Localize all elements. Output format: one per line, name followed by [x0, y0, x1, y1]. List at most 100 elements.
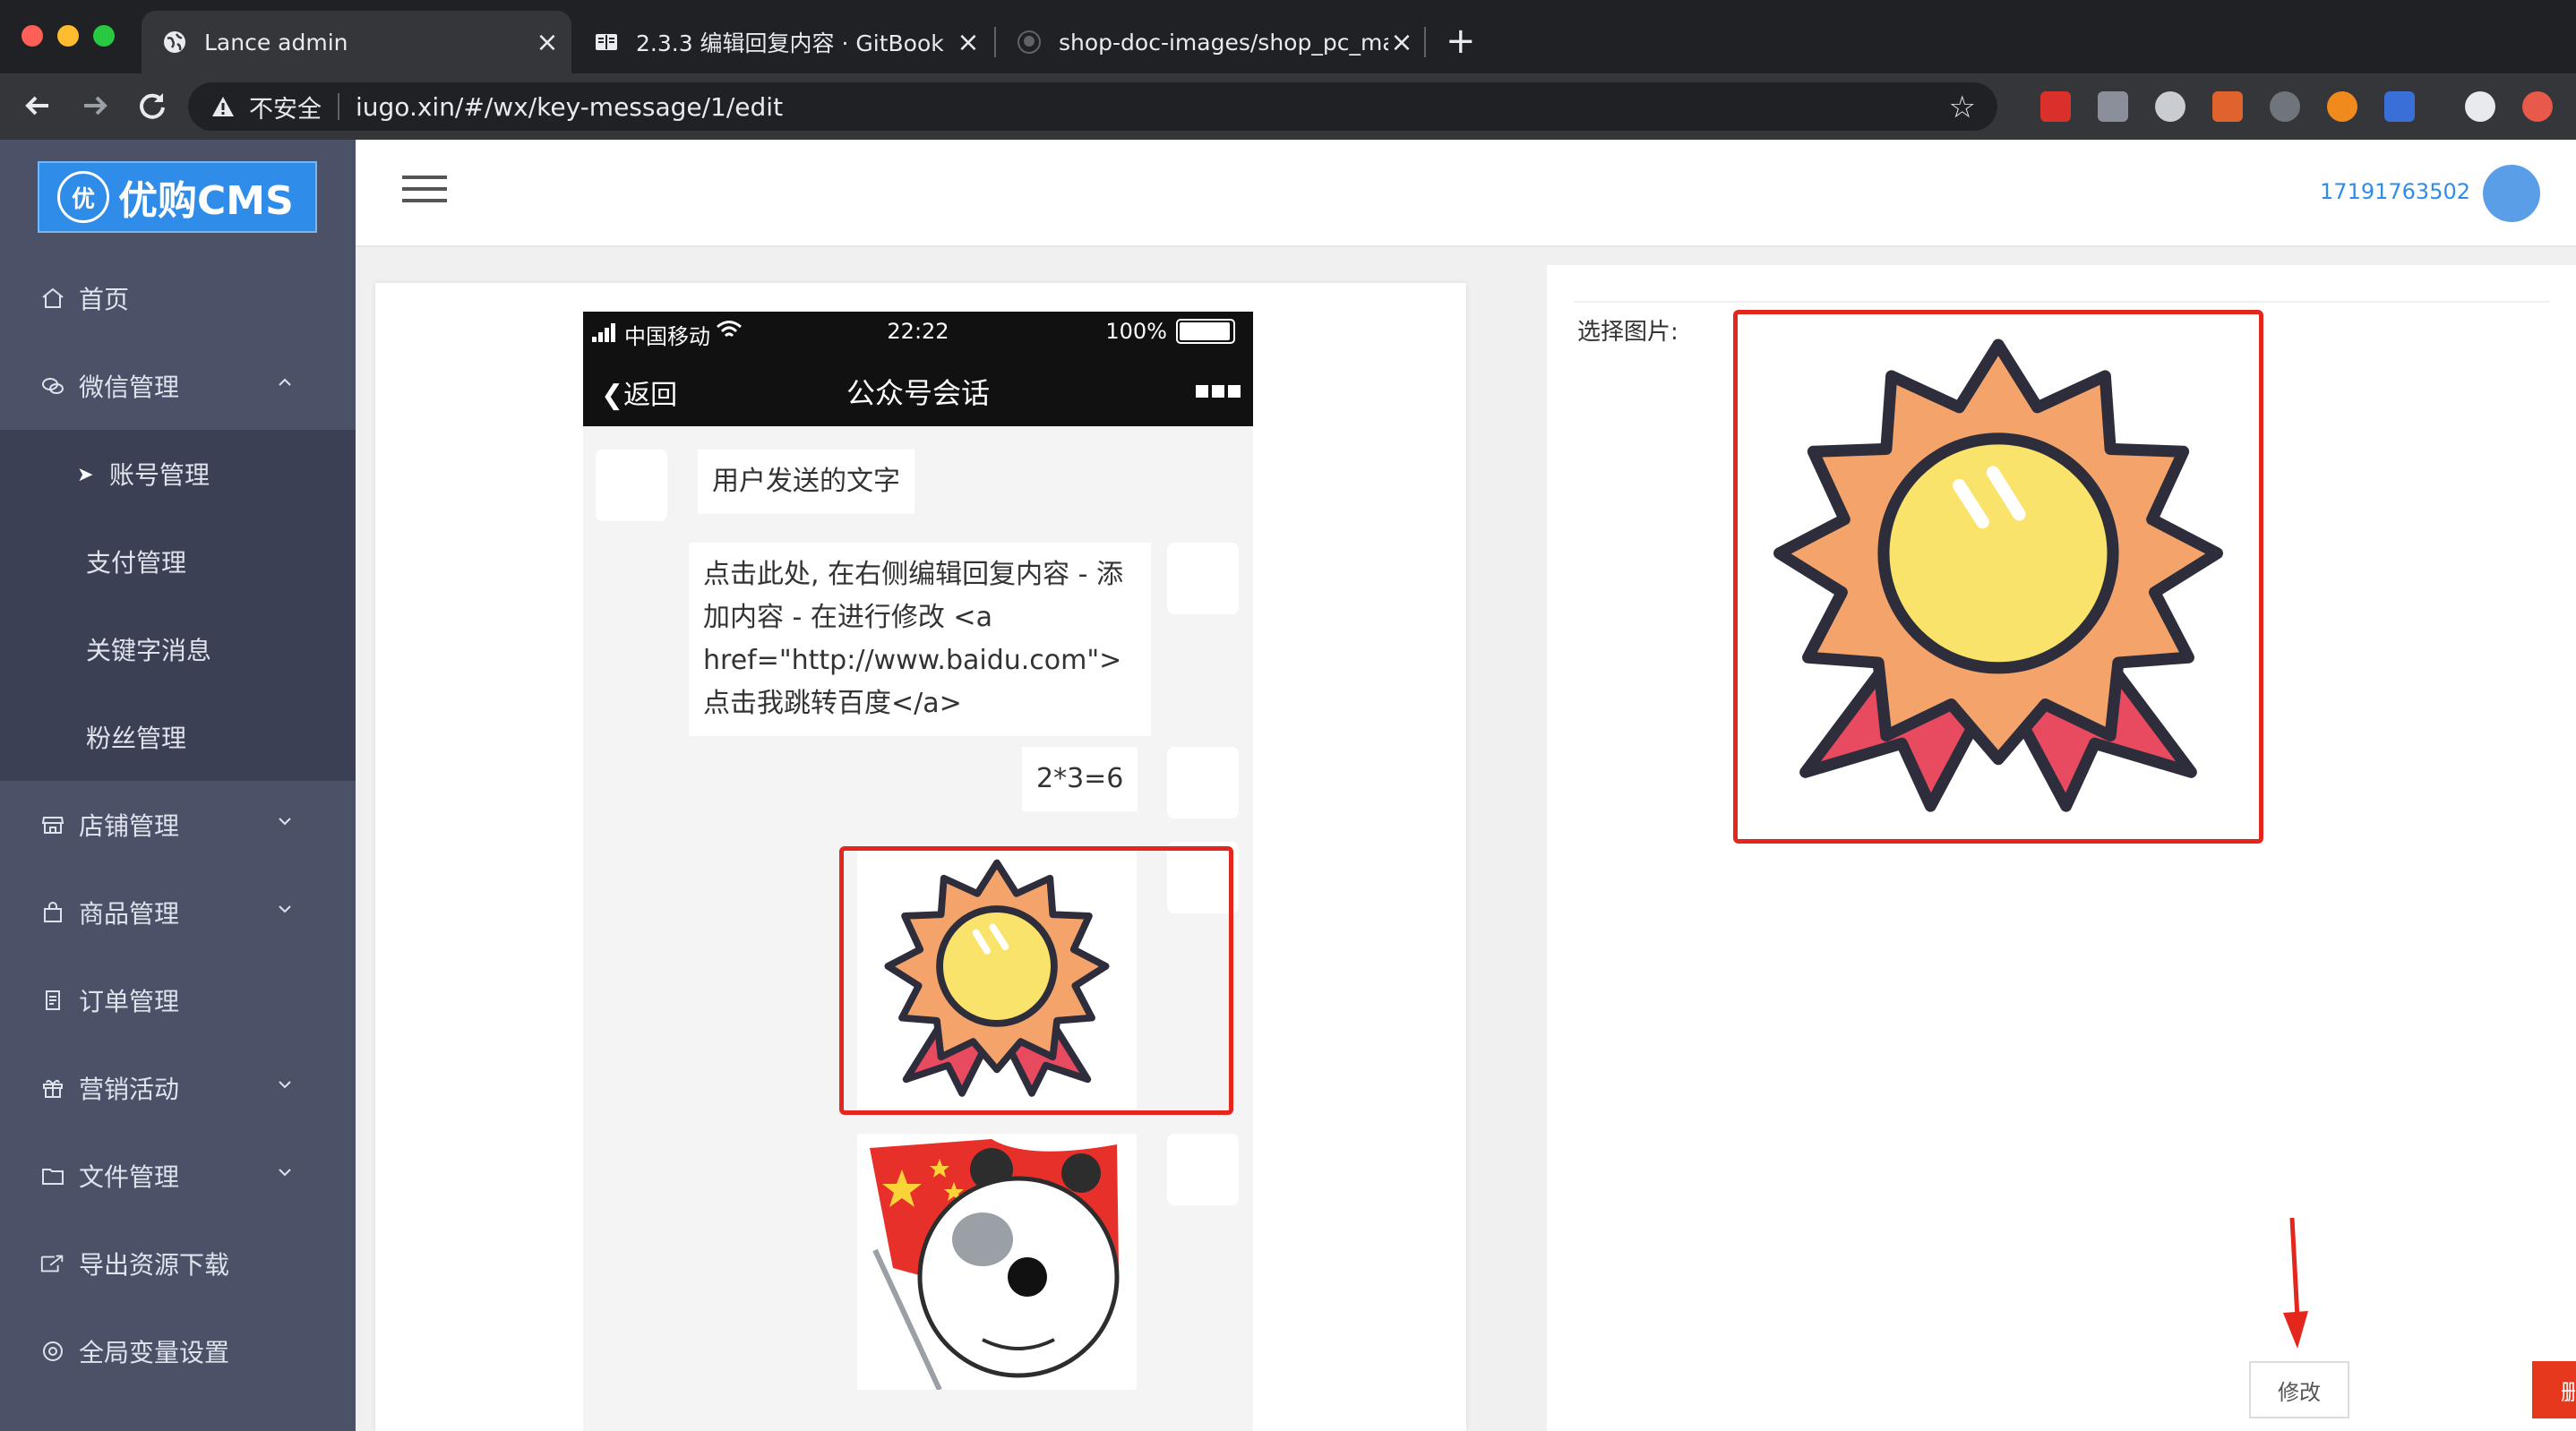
avatar[interactable]	[2483, 165, 2540, 222]
bookmark-star-icon[interactable]: ☆	[1949, 90, 1976, 125]
current-marker-icon: ➤	[77, 464, 94, 486]
sidebar-item-account[interactable]: ➤ 账号管理	[0, 430, 356, 518]
export-icon	[39, 1250, 66, 1277]
account-avatar	[1167, 747, 1239, 818]
delete-button[interactable]: 删除	[2532, 1361, 2576, 1418]
shop-icon	[39, 811, 66, 838]
browser-tab-lance-admin[interactable]: Lance admin ×	[142, 11, 571, 73]
sidebar-item-label: 导出资源下载	[79, 1250, 230, 1280]
user-phone[interactable]: 17191763502	[2320, 179, 2470, 204]
minimize-window-button[interactable]	[57, 25, 79, 47]
edit-button[interactable]: 修改	[2249, 1361, 2349, 1418]
home-icon	[39, 285, 66, 312]
sidebar-item-label: 文件管理	[79, 1162, 180, 1192]
image-message-highlight	[839, 846, 1233, 1115]
sidebar-item-fans[interactable]: 粉丝管理	[0, 693, 356, 781]
sidebar-item-orders[interactable]: 订单管理	[0, 956, 356, 1044]
extension-flash-icon[interactable]	[2327, 91, 2357, 122]
sidebar-item-label: 店铺管理	[79, 811, 180, 841]
choose-image-label: 选择图片:	[1577, 319, 1679, 346]
reply-image-message[interactable]	[857, 1134, 1137, 1390]
sidebar-item-label: 关键字消息	[86, 636, 212, 665]
more-options-icon[interactable]	[1196, 385, 1241, 398]
sidebar-item-label: 订单管理	[79, 987, 180, 1016]
tab-title: Lance admin	[204, 29, 348, 56]
app-logo[interactable]: 优 优购CMS	[38, 161, 317, 233]
red-arrow-annotation-icon	[2283, 1218, 2308, 1349]
profile-icon[interactable]	[2465, 91, 2495, 122]
sidebar-item-label: 账号管理	[109, 460, 210, 490]
browser-toolbar: 不安全 iugo.xin/#/wx/key-message/1/edit ☆	[0, 73, 2576, 140]
warning-icon	[212, 97, 234, 116]
chevron-down-icon	[279, 1081, 291, 1089]
battery-icon	[1176, 319, 1235, 344]
close-window-button[interactable]	[21, 25, 43, 47]
main-content: 中国移动 22:22 100% ❮返回 公众号会话 用户发送的文字 点击此处, …	[356, 247, 2576, 1431]
order-icon	[39, 987, 66, 1014]
tab-close-icon[interactable]: ×	[534, 27, 561, 58]
top-header: 17191763502	[356, 140, 2576, 247]
address-bar[interactable]: 不安全 iugo.xin/#/wx/key-message/1/edit ☆	[188, 82, 1997, 131]
tab-title: 2.3.3 编辑回复内容 · GitBook	[636, 30, 944, 56]
reply-text-message[interactable]: 2*3=6	[1022, 747, 1138, 811]
sidebar-item-label: 全局变量设置	[79, 1338, 230, 1367]
zoom-window-button[interactable]	[93, 25, 115, 47]
security-label: 不安全	[249, 95, 322, 124]
sidebar-item-export[interactable]: 导出资源下载	[0, 1220, 356, 1307]
globe-icon	[161, 29, 188, 56]
extension-jh-icon[interactable]	[2384, 91, 2415, 122]
battery-percent: 100%	[1105, 319, 1167, 344]
selected-image-preview[interactable]	[1733, 310, 2263, 844]
tab-close-icon[interactable]: ×	[1388, 27, 1415, 58]
medal-icon	[1773, 338, 2223, 812]
panel-divider	[1574, 301, 2550, 303]
sidebar-item-home[interactable]: 首页	[0, 254, 356, 342]
github-icon	[1016, 29, 1043, 56]
gitbook-icon	[593, 29, 620, 56]
browser-tab-github[interactable]: shop-doc-images/shop_pc_ma ×	[996, 11, 1426, 73]
chevron-up-icon	[279, 378, 291, 386]
reply-text-message[interactable]: 点击此处, 在右侧编辑回复内容 - 添加内容 - 在进行修改 <a href="…	[689, 543, 1151, 736]
account-avatar	[1167, 543, 1239, 614]
sidebar-item-label: 商品管理	[79, 899, 180, 929]
update-icon[interactable]	[2522, 91, 2553, 122]
reload-icon[interactable]	[133, 86, 172, 125]
tab-close-icon[interactable]: ×	[955, 27, 982, 58]
folder-icon	[39, 1162, 66, 1189]
sidebar-item-label: 营销活动	[79, 1075, 180, 1104]
omnibox-divider	[338, 93, 339, 120]
chevron-down-icon	[279, 818, 291, 826]
flag-bear-sticker-icon	[857, 1134, 1137, 1390]
new-tab-button[interactable]: +	[1446, 21, 1476, 61]
extension-chat-icon[interactable]	[2155, 91, 2185, 122]
sidebar-item-global-settings[interactable]: 全局变量设置	[0, 1307, 356, 1395]
back-arrow-icon[interactable]	[18, 86, 57, 125]
sidebar-item-marketing[interactable]: 营销活动	[0, 1044, 356, 1132]
menu-toggle-icon[interactable]	[402, 176, 447, 208]
wechat-submenu: ➤ 账号管理 支付管理 关键字消息 粉丝管理	[0, 430, 356, 781]
forward-arrow-icon[interactable]	[75, 86, 115, 125]
logo-area: 优 优购CMS	[0, 140, 356, 254]
account-avatar	[1167, 1134, 1239, 1205]
browser-tab-gitbook[interactable]: 2.3.3 编辑回复内容 · GitBook ×	[573, 11, 992, 73]
extension-gear-icon[interactable]	[2270, 91, 2300, 122]
gift-icon	[39, 1075, 66, 1101]
logo-text: 优购CMS	[118, 178, 294, 224]
sidebar-item-files[interactable]: 文件管理	[0, 1132, 356, 1220]
sidebar-item-label: 首页	[79, 285, 130, 314]
extension-office-icon[interactable]	[2212, 91, 2243, 122]
phone-nav-bar: ❮返回 公众号会话	[583, 351, 1253, 426]
sidebar-item-keyword-message[interactable]: 关键字消息	[0, 605, 356, 693]
sidebar-item-shop[interactable]: 店铺管理	[0, 781, 356, 869]
extension-download-icon[interactable]	[2098, 91, 2128, 122]
logo-mark: 优	[57, 171, 109, 223]
wechat-icon	[39, 373, 66, 399]
extension-shield-icon[interactable]	[2040, 91, 2071, 122]
sidebar-item-label: 支付管理	[86, 548, 187, 578]
user-message: 用户发送的文字	[698, 450, 914, 514]
sidebar-item-payment[interactable]: 支付管理	[0, 518, 356, 605]
tab-separator	[1424, 27, 1426, 57]
sidebar-item-wechat[interactable]: 微信管理	[0, 342, 356, 430]
sidebar-item-products[interactable]: 商品管理	[0, 869, 356, 956]
sidebar-item-label: 微信管理	[79, 373, 180, 402]
